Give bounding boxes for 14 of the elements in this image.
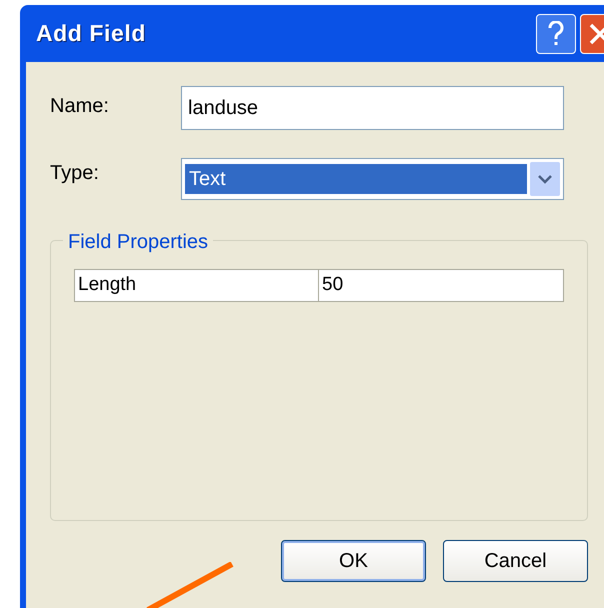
property-value-cell[interactable]: 50 (319, 270, 563, 301)
name-label: Name: (50, 94, 110, 119)
type-label: Type: (50, 161, 100, 186)
help-button[interactable] (536, 14, 576, 54)
type-dropdown[interactable]: Text (181, 158, 564, 200)
property-name-cell: Length (75, 270, 319, 301)
question-mark-icon (547, 20, 565, 46)
ok-button[interactable]: OK (281, 540, 426, 582)
chevron-down-icon (538, 174, 552, 184)
dropdown-button[interactable] (530, 162, 560, 196)
cancel-button[interactable]: Cancel (443, 540, 588, 582)
window-title: Add Field (36, 19, 146, 48)
type-value: Text (185, 164, 527, 194)
name-field[interactable]: landuse (181, 86, 564, 130)
